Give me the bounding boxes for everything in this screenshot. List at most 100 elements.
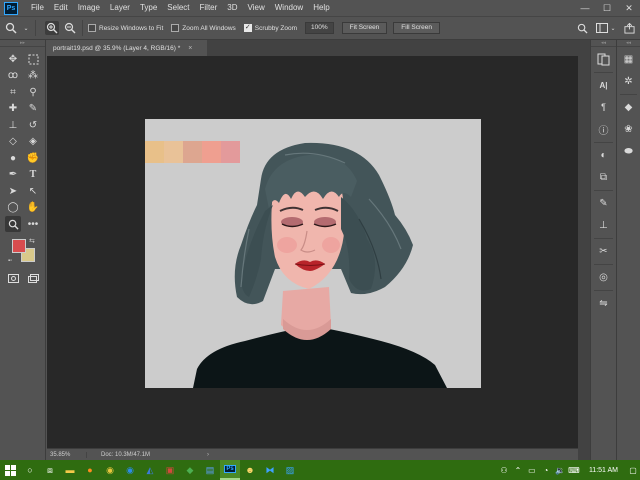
menu-view[interactable]: View xyxy=(243,0,270,16)
type-tool-icon[interactable]: T xyxy=(25,167,41,183)
paths-panel-icon[interactable]: ⬬ xyxy=(619,142,639,160)
clock[interactable]: 11:51 AM xyxy=(581,467,626,474)
workspace-icon[interactable] xyxy=(595,21,609,35)
notifications-icon[interactable]: ▢ xyxy=(626,460,640,480)
canvas-area[interactable] xyxy=(47,56,578,448)
app-icon-3[interactable]: ▨ xyxy=(280,460,300,480)
firefox-icon[interactable]: ● xyxy=(80,460,100,480)
chevron-right-icon[interactable]: › xyxy=(207,452,209,458)
checkbox-box-checked[interactable]: ✓ xyxy=(243,24,252,32)
close-window-button[interactable]: ✕ xyxy=(618,0,640,16)
default-colors-icon[interactable]: ▪▫ xyxy=(8,258,12,264)
chat-icon[interactable]: ☻ xyxy=(240,460,260,480)
app-icon-2[interactable]: ◆ xyxy=(180,460,200,480)
zoom-tool-icon[interactable] xyxy=(5,216,21,232)
fill-screen-button[interactable]: Fill Screen xyxy=(393,22,441,34)
menu-select[interactable]: Select xyxy=(162,0,194,16)
volume-icon[interactable]: 🔉 xyxy=(553,460,567,480)
adjustments-panel-icon[interactable]: ◐ xyxy=(594,146,614,164)
spot-healing-tool-icon[interactable]: ✚ xyxy=(5,101,21,117)
menu-type[interactable]: Type xyxy=(135,0,162,16)
fit-screen-button[interactable]: Fit Screen xyxy=(341,22,388,34)
menu-3d[interactable]: 3D xyxy=(222,0,242,16)
file-explorer-icon[interactable]: ▬ xyxy=(60,460,80,480)
quick-mask-icon[interactable] xyxy=(5,271,21,287)
chevron-down-icon[interactable]: ⌄ xyxy=(610,21,616,35)
ellipse-tool-icon[interactable]: ◯ xyxy=(5,200,21,216)
zoom-level-readout[interactable]: 35.85% xyxy=(47,451,87,458)
photoshop-taskbar-icon[interactable]: Ps xyxy=(220,460,240,480)
language-icon[interactable]: ⌨ xyxy=(567,460,581,480)
menu-file[interactable]: File xyxy=(26,0,49,16)
libraries-panel-icon[interactable]: ⧉ xyxy=(594,168,614,186)
screen-mode-icon[interactable] xyxy=(25,271,41,287)
zoom-all-windows-checkbox[interactable]: Zoom All Windows xyxy=(171,24,236,32)
brush-tool-icon[interactable]: ✎ xyxy=(25,101,41,117)
scrubby-zoom-checkbox[interactable]: ✓ Scrubby Zoom xyxy=(243,24,297,32)
history-panel-icon[interactable] xyxy=(594,50,614,68)
browser-icon[interactable]: ◉ xyxy=(120,460,140,480)
vscode-icon[interactable]: ⧓ xyxy=(260,460,280,480)
zoom-percentage-field[interactable]: 100% xyxy=(305,22,334,34)
history-brush-tool-icon[interactable]: ↺ xyxy=(25,117,41,133)
checkbox-box[interactable] xyxy=(88,24,96,32)
document-canvas[interactable] xyxy=(145,119,481,388)
tool-presets-panel-icon[interactable]: ✂ xyxy=(594,242,614,260)
move-tool-icon[interactable]: ✥ xyxy=(5,51,21,67)
resize-windows-checkbox[interactable]: Resize Windows to Fit xyxy=(88,24,163,32)
app-icon[interactable]: ◭ xyxy=(140,460,160,480)
share-icon[interactable] xyxy=(622,21,636,35)
lasso-tool-icon[interactable]: ꝏ xyxy=(5,68,21,84)
crop-tool-icon[interactable]: ⌗ xyxy=(5,84,21,100)
marquee-tool-icon[interactable] xyxy=(25,51,41,67)
cortana-icon[interactable]: ○ xyxy=(20,460,40,480)
hand-tool-icon[interactable]: ✋ xyxy=(25,200,41,216)
menu-layer[interactable]: Layer xyxy=(105,0,135,16)
navigator-panel-icon[interactable]: ✲ xyxy=(619,72,639,90)
panel-grip[interactable]: ▸▸ xyxy=(0,40,45,47)
chevron-up-icon[interactable]: ⌃ xyxy=(511,460,525,480)
paint-bucket-tool-icon[interactable]: ◈ xyxy=(25,134,41,150)
eraser-tool-icon[interactable]: ◇ xyxy=(5,134,21,150)
photos-icon[interactable]: ▣ xyxy=(160,460,180,480)
layers-panel-icon[interactable]: ◆ xyxy=(619,98,639,116)
document-tab[interactable]: portrait19.psd @ 35.9% (Layer 4, RGB/16)… xyxy=(47,40,207,56)
minimize-button[interactable]: — xyxy=(574,0,596,16)
clone-source-panel-icon[interactable]: ⊥ xyxy=(594,216,614,234)
battery-icon[interactable]: ▭ xyxy=(525,460,539,480)
maximize-button[interactable]: ☐ xyxy=(596,0,618,16)
path-selection-tool-icon[interactable]: ➤ xyxy=(5,183,21,199)
more-tools-icon[interactable]: ••• xyxy=(25,216,41,232)
brushes-panel-icon[interactable]: ✎ xyxy=(594,194,614,212)
channels-panel-icon[interactable]: ❀ xyxy=(619,120,639,138)
character-panel-icon[interactable]: A| xyxy=(594,76,614,94)
panel-grip[interactable]: ◂◂ xyxy=(617,40,640,47)
zoom-in-icon[interactable] xyxy=(45,21,59,35)
zoom-out-icon[interactable] xyxy=(63,21,77,35)
menu-filter[interactable]: Filter xyxy=(195,0,223,16)
eyedropper-tool-icon[interactable]: ⚲ xyxy=(25,84,41,100)
info-icon[interactable]: ⓘ xyxy=(594,120,614,138)
panel-grip[interactable]: ◂◂ xyxy=(591,40,616,47)
search-icon[interactable] xyxy=(575,21,589,35)
checkbox-box[interactable] xyxy=(171,24,180,32)
chevron-down-icon[interactable]: ⌄ xyxy=(22,21,30,35)
properties-panel-icon[interactable]: ⇋ xyxy=(594,294,614,312)
dodge-tool-icon[interactable]: ✊ xyxy=(25,150,41,166)
people-icon[interactable]: ⚇ xyxy=(497,460,511,480)
close-icon[interactable]: × xyxy=(188,45,192,52)
network-icon[interactable]: ◔ xyxy=(539,460,553,480)
menu-image[interactable]: Image xyxy=(73,0,105,16)
swap-colors-icon[interactable]: ⇆ xyxy=(29,237,35,245)
media-icon[interactable]: ▤ xyxy=(200,460,220,480)
task-view-icon[interactable]: ⧈ xyxy=(40,460,60,480)
magic-wand-tool-icon[interactable]: ⁂ xyxy=(25,68,41,84)
3d-panel-icon[interactable]: ◎ xyxy=(594,268,614,286)
chrome-icon[interactable]: ◉ xyxy=(100,460,120,480)
foreground-color-swatch[interactable] xyxy=(12,238,26,253)
zoom-tool-preset-icon[interactable] xyxy=(4,21,18,35)
swatches-panel-icon[interactable]: ▦ xyxy=(619,50,639,68)
direct-selection-tool-icon[interactable]: ↖ xyxy=(25,183,41,199)
menu-window[interactable]: Window xyxy=(270,0,308,16)
blur-tool-icon[interactable]: ● xyxy=(5,150,21,166)
